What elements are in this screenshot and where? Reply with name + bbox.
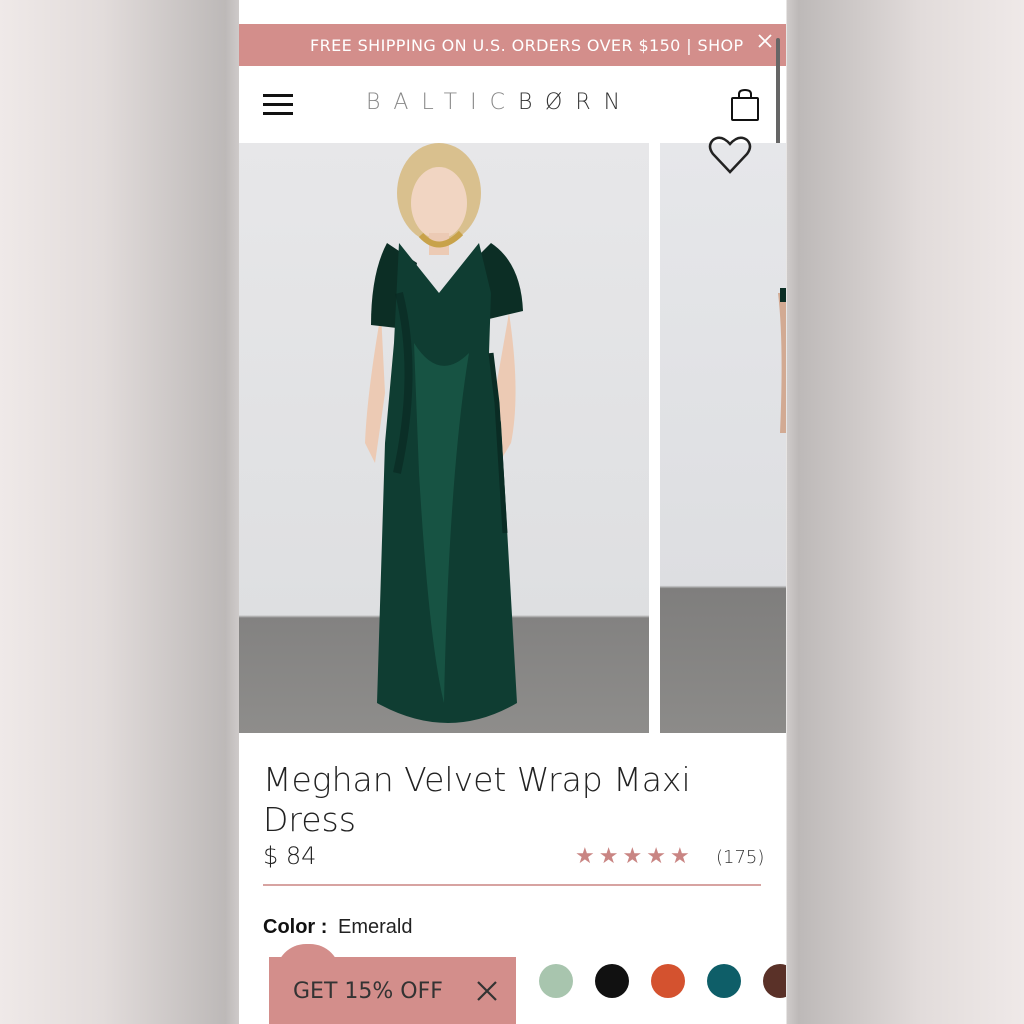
swatch-teal[interactable] bbox=[707, 964, 741, 998]
swatch-rust[interactable] bbox=[651, 964, 685, 998]
site-header: BALTICBØRN bbox=[239, 66, 786, 143]
star-icon: ★ bbox=[575, 843, 595, 868]
hamburger-icon[interactable] bbox=[263, 94, 293, 116]
close-icon[interactable] bbox=[476, 980, 498, 1002]
color-value: Emerald bbox=[338, 916, 413, 938]
review-count[interactable]: (175) bbox=[716, 847, 764, 868]
swatch-black[interactable] bbox=[595, 964, 629, 998]
promo-text: GET 15% OFF bbox=[293, 979, 443, 1004]
product-title: Meghan Velvet Wrap Maxi Dress bbox=[263, 760, 691, 839]
product-image-main[interactable] bbox=[239, 143, 649, 733]
star-icon: ★ bbox=[622, 843, 643, 868]
close-icon[interactable] bbox=[754, 30, 776, 52]
logo-light-text: BALTIC bbox=[366, 90, 518, 115]
divider bbox=[263, 884, 761, 886]
product-image-secondary[interactable] bbox=[660, 143, 786, 733]
shopping-bag-icon[interactable] bbox=[729, 88, 761, 122]
announcement-bar[interactable]: FREE SHIPPING ON U.S. ORDERS OVER $150 |… bbox=[239, 24, 786, 66]
model-illustration bbox=[365, 143, 523, 723]
star-icon: ★ bbox=[598, 843, 619, 868]
star-icon: ★ bbox=[646, 843, 666, 868]
swatch-sage[interactable] bbox=[539, 964, 573, 998]
announcement-text: FREE SHIPPING ON U.S. ORDERS OVER $150 |… bbox=[310, 36, 744, 55]
star-icon: ★ bbox=[669, 843, 690, 868]
model-illustration-partial bbox=[778, 288, 786, 433]
heart-icon[interactable] bbox=[707, 134, 753, 176]
product-price: $ 84 bbox=[263, 842, 317, 870]
logo-dark-text: BØRN bbox=[517, 90, 634, 115]
mobile-viewport: FREE SHIPPING ON U.S. ORDERS OVER $150 |… bbox=[239, 0, 786, 1024]
promo-discount-button[interactable]: GET 15% OFF bbox=[269, 957, 516, 1024]
brand-logo[interactable]: BALTICBØRN bbox=[366, 90, 633, 115]
color-label: Color : bbox=[263, 916, 328, 938]
swatch-brown[interactable] bbox=[763, 964, 786, 998]
rating-stars[interactable]: ★ ★ ★ ★ ★ bbox=[575, 843, 690, 869]
